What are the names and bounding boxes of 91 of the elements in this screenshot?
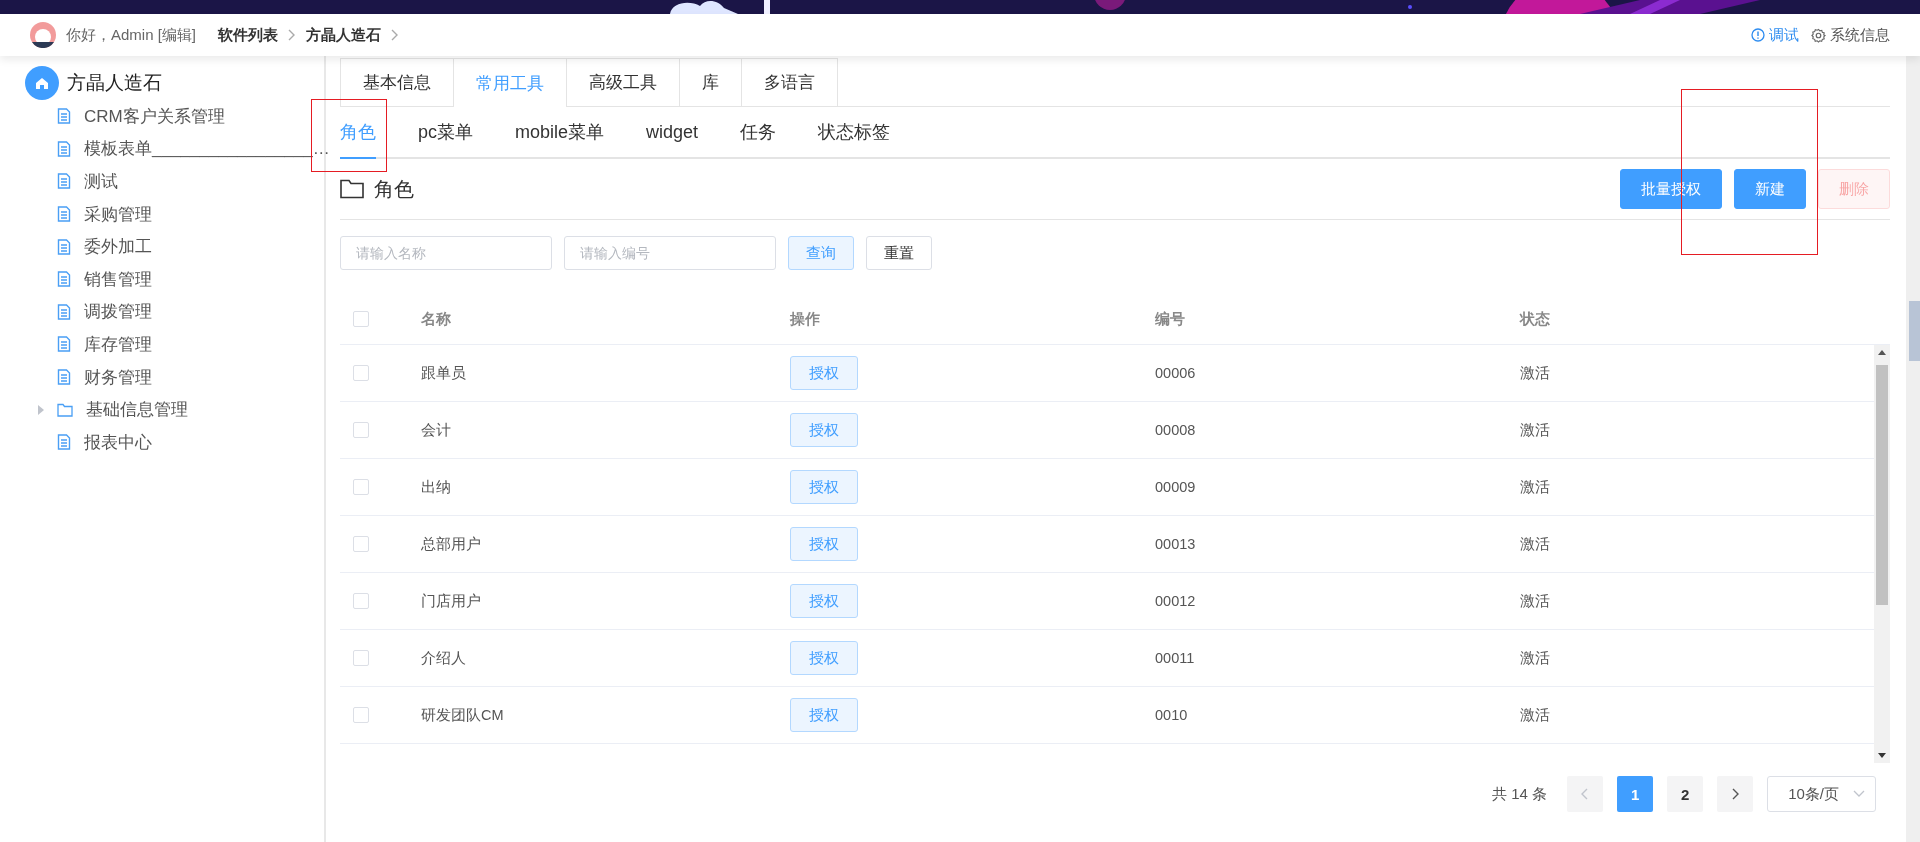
sub-tab[interactable]: 状态标签 [818, 107, 933, 157]
column-header: 操作 [790, 309, 821, 329]
chevron-right-icon [391, 29, 400, 41]
row-checkbox[interactable] [353, 536, 369, 552]
breadcrumb-link[interactable]: 方晶人造石 [306, 25, 382, 45]
column-header: 状态 [1520, 309, 1551, 329]
tab[interactable]: 高级工具 [567, 58, 680, 106]
tree-item[interactable]: 委外加工 [84, 235, 152, 259]
row-checkbox[interactable] [353, 422, 369, 438]
row-checkbox[interactable] [353, 479, 369, 495]
document-icon [57, 108, 71, 125]
tree-item[interactable]: 模板表单_________________… [84, 137, 330, 161]
table-cell-text: 00008 [1155, 422, 1197, 438]
sub-tab[interactable]: pc菜单 [418, 107, 515, 157]
tree-item[interactable]: 调拨管理 [84, 300, 152, 324]
tree-item[interactable]: 采购管理 [84, 202, 152, 226]
reset-button[interactable]: 重置 [866, 236, 932, 270]
breadcrumb-link[interactable]: 软件列表 [218, 25, 279, 45]
page-size-select[interactable]: 10条/页 [1767, 776, 1876, 812]
table-cell-text: 激活 [1520, 534, 1551, 554]
table-cell-text: 激活 [1520, 705, 1551, 725]
document-icon [57, 238, 71, 255]
sub-tab[interactable]: 任务 [740, 107, 819, 157]
column-header: 名称 [421, 309, 452, 329]
tree-item[interactable]: 库存管理 [84, 332, 152, 356]
avatar[interactable] [30, 22, 56, 48]
table-cell-text: 0010 [1155, 707, 1189, 723]
panel-title: 角色 [374, 176, 414, 202]
home-icon [25, 66, 59, 100]
search-field[interactable]: 请输入编号 [564, 236, 776, 270]
debug-link[interactable]: 调试 [1751, 25, 1799, 45]
row-checkbox[interactable] [353, 365, 369, 381]
select-all-checkbox[interactable] [353, 311, 369, 327]
tree-item[interactable]: 销售管理 [84, 267, 152, 291]
tree-root-label[interactable]: 方晶人造石 [67, 70, 162, 96]
table-cell-text: 00012 [1155, 593, 1197, 609]
table-scrollbar[interactable] [1874, 345, 1890, 763]
table-cell-text: 会计 [421, 420, 452, 440]
tree-item[interactable]: 财务管理 [84, 365, 152, 389]
greeting-text: 你好，Admin [编辑] [66, 25, 197, 45]
chevron-right-icon [288, 29, 297, 41]
chevron-left-icon [1581, 788, 1590, 800]
table-cell-text: 门店用户 [421, 591, 482, 611]
document-icon [57, 173, 71, 190]
gear-icon [1811, 27, 1826, 43]
previous-page-button[interactable] [1567, 776, 1604, 812]
tree-item[interactable]: 测试 [84, 170, 118, 193]
row-checkbox[interactable] [353, 707, 369, 723]
sub-tab[interactable]: widget [646, 107, 741, 157]
column-header: 编号 [1155, 309, 1186, 329]
table-cell-text: 总部用户 [421, 534, 482, 554]
table-cell-text: 激活 [1520, 363, 1551, 383]
table-cell-text: 激活 [1520, 648, 1551, 668]
chevron-right-icon [1731, 788, 1740, 800]
folder-icon [57, 402, 73, 417]
system-info-link[interactable]: 系统信息 [1811, 25, 1890, 45]
row-checkbox[interactable] [353, 650, 369, 666]
tab[interactable]: 基本信息 [340, 58, 454, 106]
row-checkbox[interactable] [353, 593, 369, 609]
page-button[interactable]: 2 [1667, 776, 1704, 812]
expand-caret-icon[interactable] [36, 404, 46, 415]
table-cell-text: 激活 [1520, 477, 1551, 497]
total-count: 共 14 条 [1492, 784, 1548, 804]
search-field[interactable]: 请输入名称 [340, 236, 552, 270]
document-icon [57, 303, 71, 320]
table-cell-text: 介绍人 [421, 648, 467, 668]
document-icon [57, 206, 71, 223]
document-icon [57, 369, 71, 386]
folder-icon [340, 179, 364, 199]
table-cell-text: 00011 [1155, 650, 1196, 666]
table-cell-text: 跟单员 [421, 363, 467, 383]
tree-item[interactable]: 基础信息管理 [86, 398, 188, 422]
table-cell-text: 00013 [1155, 536, 1197, 552]
next-page-button[interactable] [1717, 776, 1754, 812]
tree-item[interactable]: CRM客户关系管理 [84, 104, 225, 128]
table-cell-text: 00009 [1155, 479, 1197, 495]
info-icon [1751, 28, 1765, 42]
tab[interactable]: 多语言 [742, 58, 838, 106]
caret-down-icon [1853, 790, 1865, 798]
table-cell-text: 研发团队CM [421, 705, 505, 725]
tree-item[interactable]: 报表中心 [84, 430, 152, 454]
document-icon [57, 140, 71, 157]
table-cell-text: 激活 [1520, 420, 1551, 440]
document-icon [57, 434, 71, 451]
document-icon [57, 336, 71, 353]
table-cell-text: 00006 [1155, 365, 1197, 381]
sub-tab[interactable]: mobile菜单 [515, 107, 647, 157]
table-cell-text: 激活 [1520, 591, 1551, 611]
tab[interactable]: 库 [680, 58, 742, 106]
table-cell-text: 出纳 [421, 477, 452, 497]
document-icon [57, 271, 71, 288]
